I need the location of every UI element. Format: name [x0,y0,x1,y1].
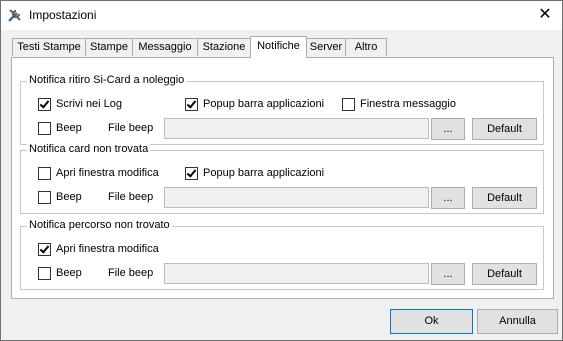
browse-button[interactable]: ... [431,118,465,140]
checkbox-box[interactable] [38,98,51,111]
tab-testi-stampe[interactable]: Testi Stampe [12,38,86,56]
notifications-panel: Notifica ritiro Si-Card a noleggio Scriv… [11,57,554,299]
default-button[interactable]: Default [472,263,537,285]
group-title: Notifica card non trovata [27,143,151,155]
default-button[interactable]: Default [472,187,537,209]
ok-button[interactable]: Ok [390,309,473,334]
checkbox-box[interactable] [38,191,51,204]
file-beep-label: File beep [108,191,154,203]
file-beep-label: File beep [108,122,154,134]
file-beep-field[interactable] [164,263,429,284]
browse-button[interactable]: ... [431,187,465,209]
checkbox-box[interactable] [185,167,198,180]
close-icon[interactable]: ✕ [528,1,562,30]
tab-server[interactable]: Server [306,38,346,56]
checkbox-box[interactable] [342,98,355,111]
checkbox-box[interactable] [185,98,198,111]
group-title: Notifica percorso non trovato [27,219,172,231]
tab-notifiche[interactable]: Notifiche [250,36,307,58]
browse-button[interactable]: ... [431,263,465,285]
cancel-button[interactable]: Annulla [477,309,558,334]
checkbox-box[interactable] [38,167,51,180]
file-beep-label: File beep [108,267,154,279]
tools-icon [8,9,21,22]
checkbox-box[interactable] [38,122,51,135]
window-title: Impostazioni [29,8,97,22]
checkbox-box[interactable] [38,243,51,256]
default-button[interactable]: Default [472,118,537,140]
file-beep-field[interactable] [164,187,429,208]
group-title: Notifica ritiro Si-Card a noleggio [27,74,187,86]
title-bar: Impostazioni ✕ [1,1,562,30]
tab-stazione[interactable]: Stazione [197,38,251,56]
tab-messaggio[interactable]: Messaggio [132,38,198,56]
tab-stampe[interactable]: Stampe [85,38,133,56]
group-card-non-trovata: Notifica card non trovata Apri finestra … [20,143,544,214]
group-ritiro-si-card: Notifica ritiro Si-Card a noleggio Scriv… [20,74,544,145]
group-percorso-non-trovato: Notifica percorso non trovato Apri fines… [20,219,544,290]
settings-window: Impostazioni ✕ Testi Stampe Stampe Messa… [0,0,563,341]
checkbox-box[interactable] [38,267,51,280]
file-beep-field[interactable] [164,118,429,139]
tab-altro[interactable]: Altro [345,38,387,56]
